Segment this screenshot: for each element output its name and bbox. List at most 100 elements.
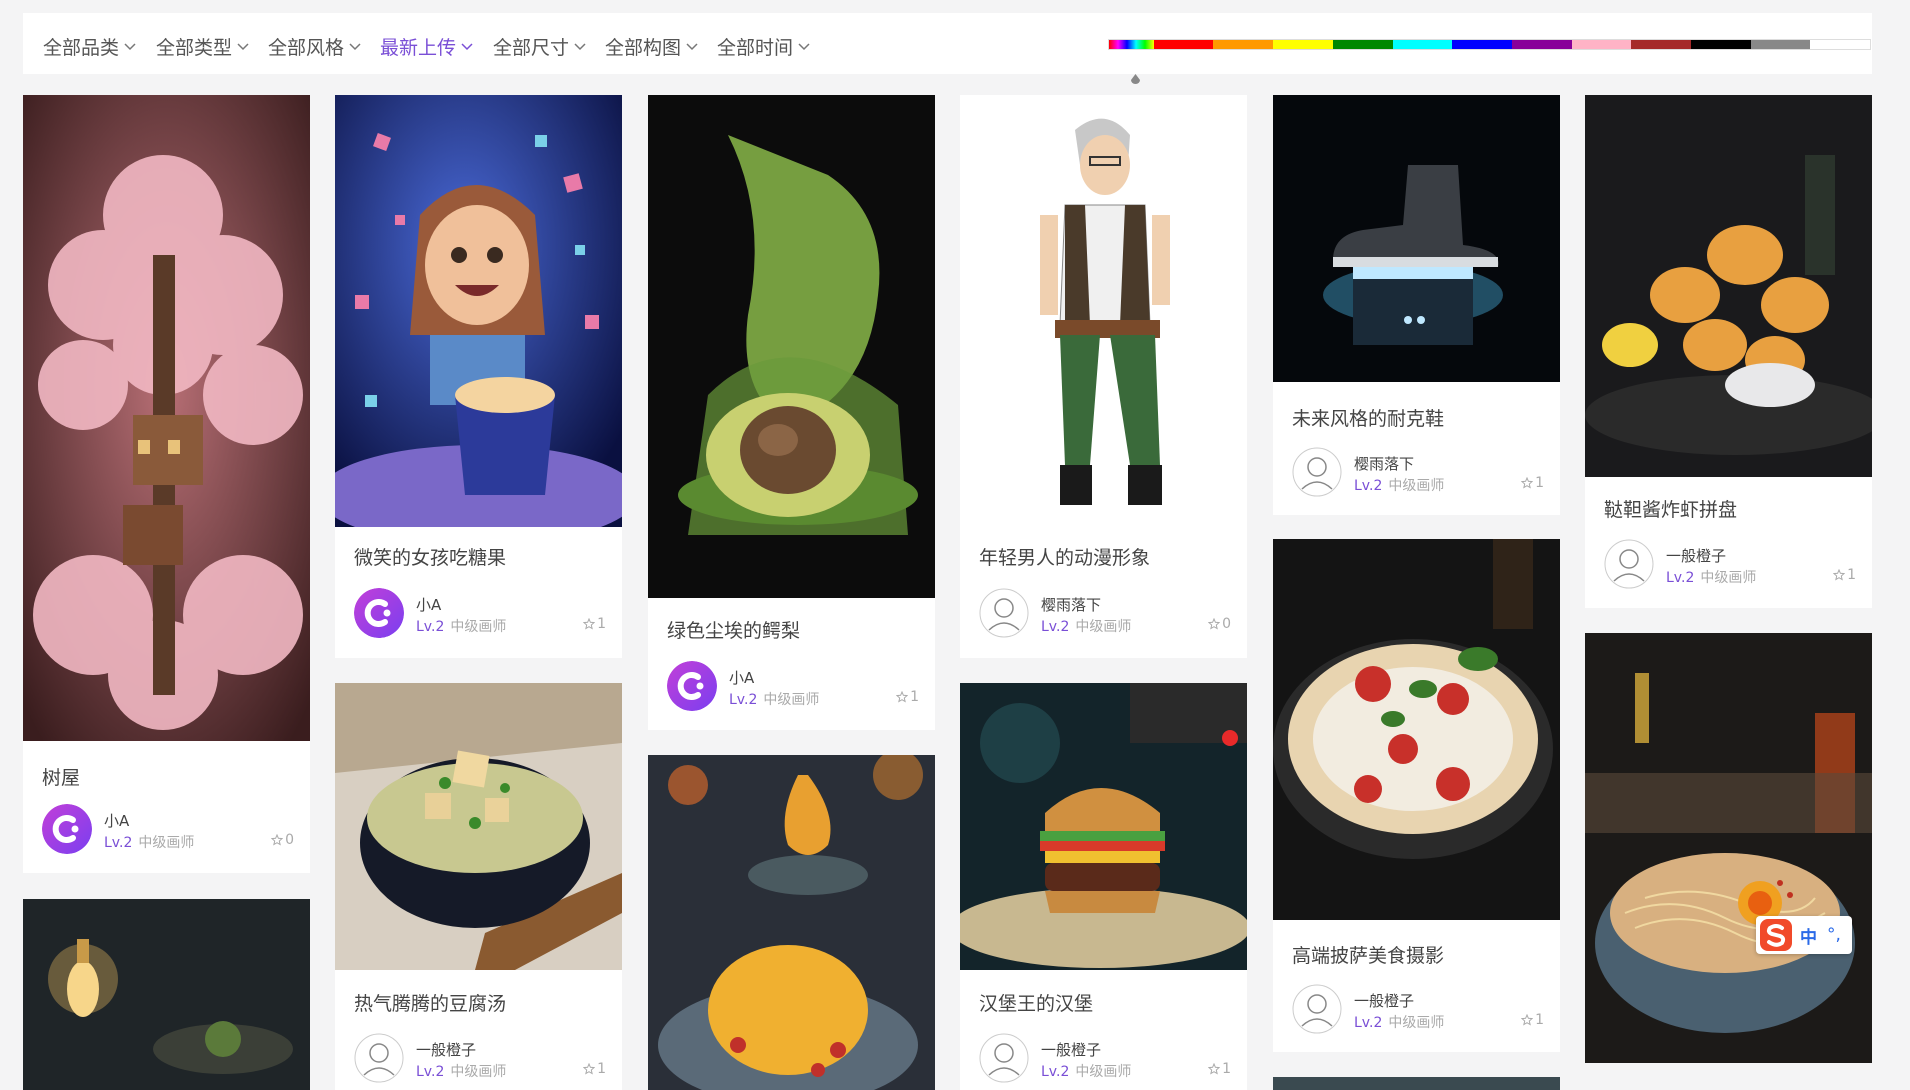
author-level: Lv.2 中级画师 bbox=[416, 616, 506, 636]
author-name[interactable]: 小A bbox=[729, 667, 754, 688]
artwork-card[interactable]: 未来风格的耐克鞋 樱雨落下 Lv.2 中级画师 1 bbox=[1273, 95, 1560, 515]
artwork-image[interactable] bbox=[335, 95, 622, 527]
filter-size[interactable]: 全部尺寸 bbox=[493, 33, 587, 60]
like-count[interactable]: 1 bbox=[1521, 1012, 1544, 1028]
color-swatch[interactable] bbox=[1750, 40, 1811, 49]
logo-avatar[interactable] bbox=[42, 804, 92, 854]
filter-composition-label: 全部构图 bbox=[605, 37, 682, 59]
filter-composition[interactable]: 全部构图 bbox=[605, 33, 699, 60]
artwork-card[interactable]: 微笑的女孩吃糖果 小A Lv.2 中级画师 1 bbox=[335, 95, 622, 658]
color-swatch[interactable] bbox=[1571, 40, 1632, 49]
author-name[interactable]: 一般橙子 bbox=[416, 1039, 476, 1060]
artwork-card[interactable] bbox=[648, 755, 935, 1090]
artwork-card[interactable]: 高端披萨美食摄影 一般橙子 Lv.2 中级画师 1 bbox=[1273, 539, 1560, 1052]
like-count[interactable]: 1 bbox=[1521, 475, 1544, 491]
ime-punct-label: °, bbox=[1827, 925, 1841, 945]
artwork-card[interactable]: 绿色尘埃的鳄梨 小A Lv.2 中级画师 1 bbox=[648, 95, 935, 730]
color-swatch-all[interactable] bbox=[1109, 40, 1154, 49]
like-count[interactable]: 1 bbox=[583, 616, 606, 632]
user-avatar[interactable] bbox=[979, 588, 1029, 638]
card-title[interactable]: 年轻男人的动漫形象 bbox=[979, 543, 1150, 570]
author-name[interactable]: 樱雨落下 bbox=[1354, 453, 1414, 474]
author-row: 一般橙子 Lv.2 中级画师 1 bbox=[354, 1033, 606, 1085]
like-count[interactable]: 1 bbox=[583, 1061, 606, 1077]
color-swatch[interactable] bbox=[1153, 40, 1214, 49]
artwork-image[interactable] bbox=[1585, 95, 1872, 477]
color-swatch[interactable] bbox=[1273, 40, 1333, 49]
like-count[interactable]: 1 bbox=[1208, 1061, 1231, 1077]
card-title[interactable]: 热气腾腾的豆腐汤 bbox=[354, 989, 506, 1016]
card-title[interactable]: 微笑的女孩吃糖果 bbox=[354, 543, 506, 570]
artwork-image[interactable] bbox=[960, 95, 1247, 527]
like-count[interactable]: 0 bbox=[1208, 616, 1231, 632]
artwork-card[interactable]: 鞑靼酱炸虾拼盘 一般橙子 Lv.2 中级画师 1 bbox=[1585, 95, 1872, 608]
artwork-image[interactable] bbox=[23, 95, 310, 741]
filter-bar: 全部品类 全部类型 全部风格 最新上传 全部尺寸 全部构图 全部时间 bbox=[23, 13, 1872, 84]
author-row: 一般橙子 Lv.2 中级画师 1 bbox=[1604, 539, 1856, 591]
color-swatch[interactable] bbox=[1511, 40, 1572, 49]
artwork-card[interactable]: 年轻男人的动漫形象 樱雨落下 Lv.2 中级画师 0 bbox=[960, 95, 1247, 658]
filter-type[interactable]: 全部类型 bbox=[156, 33, 250, 60]
rank-label: 中级画师 bbox=[450, 1064, 507, 1080]
star-icon bbox=[1521, 1014, 1534, 1026]
card-title[interactable]: 鞑靼酱炸虾拼盘 bbox=[1604, 495, 1737, 522]
artwork-image[interactable] bbox=[1273, 1077, 1560, 1090]
filter-time[interactable]: 全部时间 bbox=[717, 33, 811, 60]
author-row: 小A Lv.2 中级画师 1 bbox=[667, 661, 919, 713]
user-avatar[interactable] bbox=[979, 1033, 1029, 1083]
like-count-value: 1 bbox=[597, 616, 606, 632]
author-name[interactable]: 小A bbox=[416, 594, 441, 615]
star-icon bbox=[1521, 477, 1534, 489]
artwork-image[interactable] bbox=[1273, 539, 1560, 920]
rank-label: 中级画师 bbox=[1075, 1064, 1132, 1080]
star-icon bbox=[1208, 618, 1221, 630]
author-name[interactable]: 樱雨落下 bbox=[1041, 594, 1101, 615]
artwork-card[interactable]: 树屋 小A Lv.2 中级画师 0 bbox=[23, 95, 310, 873]
artwork-card[interactable] bbox=[1273, 1077, 1560, 1090]
filter-category[interactable]: 全部品类 bbox=[43, 33, 137, 60]
artwork-image[interactable] bbox=[1273, 95, 1560, 382]
card-title[interactable]: 树屋 bbox=[42, 763, 80, 790]
filter-style[interactable]: 全部风格 bbox=[268, 33, 362, 60]
logo-avatar[interactable] bbox=[667, 661, 717, 711]
card-title[interactable]: 绿色尘埃的鳄梨 bbox=[667, 616, 800, 643]
user-avatar[interactable] bbox=[1292, 984, 1342, 1034]
artwork-image[interactable] bbox=[960, 683, 1247, 970]
artwork-card[interactable] bbox=[1585, 633, 1872, 1063]
user-avatar[interactable] bbox=[1292, 447, 1342, 497]
artwork-card[interactable]: 汉堡王的汉堡 一般橙子 Lv.2 中级画师 1 bbox=[960, 683, 1247, 1090]
artwork-image[interactable] bbox=[1585, 633, 1872, 1063]
filter-sort-latest[interactable]: 最新上传 bbox=[380, 33, 474, 60]
logo-avatar[interactable] bbox=[354, 588, 404, 638]
color-swatch[interactable] bbox=[1631, 40, 1691, 49]
artwork-image[interactable] bbox=[335, 683, 622, 970]
artwork-image[interactable] bbox=[648, 95, 935, 598]
color-swatch[interactable] bbox=[1810, 40, 1871, 49]
user-avatar[interactable] bbox=[1604, 539, 1654, 589]
color-swatch[interactable] bbox=[1690, 40, 1751, 49]
author-name[interactable]: 一般橙子 bbox=[1666, 545, 1726, 566]
color-swatch[interactable] bbox=[1213, 40, 1274, 49]
color-swatch[interactable] bbox=[1452, 40, 1512, 49]
rank-label: 中级画师 bbox=[763, 692, 820, 708]
like-count[interactable]: 1 bbox=[1833, 567, 1856, 583]
like-count[interactable]: 0 bbox=[271, 832, 294, 848]
color-swatch[interactable] bbox=[1332, 40, 1393, 49]
user-avatar[interactable] bbox=[354, 1033, 404, 1083]
card-title[interactable]: 未来风格的耐克鞋 bbox=[1292, 404, 1444, 431]
author-name[interactable]: 一般橙子 bbox=[1041, 1039, 1101, 1060]
like-count[interactable]: 1 bbox=[896, 689, 919, 705]
author-name[interactable]: 一般橙子 bbox=[1354, 990, 1414, 1011]
artwork-card[interactable] bbox=[23, 899, 310, 1090]
artwork-image[interactable] bbox=[23, 899, 310, 1090]
author-level: Lv.2 中级画师 bbox=[1354, 475, 1444, 495]
card-title[interactable]: 高端披萨美食摄影 bbox=[1292, 941, 1444, 968]
artwork-card[interactable]: 热气腾腾的豆腐汤 一般橙子 Lv.2 中级画师 1 bbox=[335, 683, 622, 1090]
card-title[interactable]: 汉堡王的汉堡 bbox=[979, 989, 1093, 1016]
chevron-down-icon bbox=[460, 42, 474, 52]
artwork-image[interactable] bbox=[648, 755, 935, 1090]
author-name[interactable]: 小A bbox=[104, 810, 129, 831]
ime-status-badge[interactable]: 中 °, bbox=[1756, 916, 1852, 954]
star-icon bbox=[271, 834, 284, 846]
color-swatch[interactable] bbox=[1392, 40, 1453, 49]
